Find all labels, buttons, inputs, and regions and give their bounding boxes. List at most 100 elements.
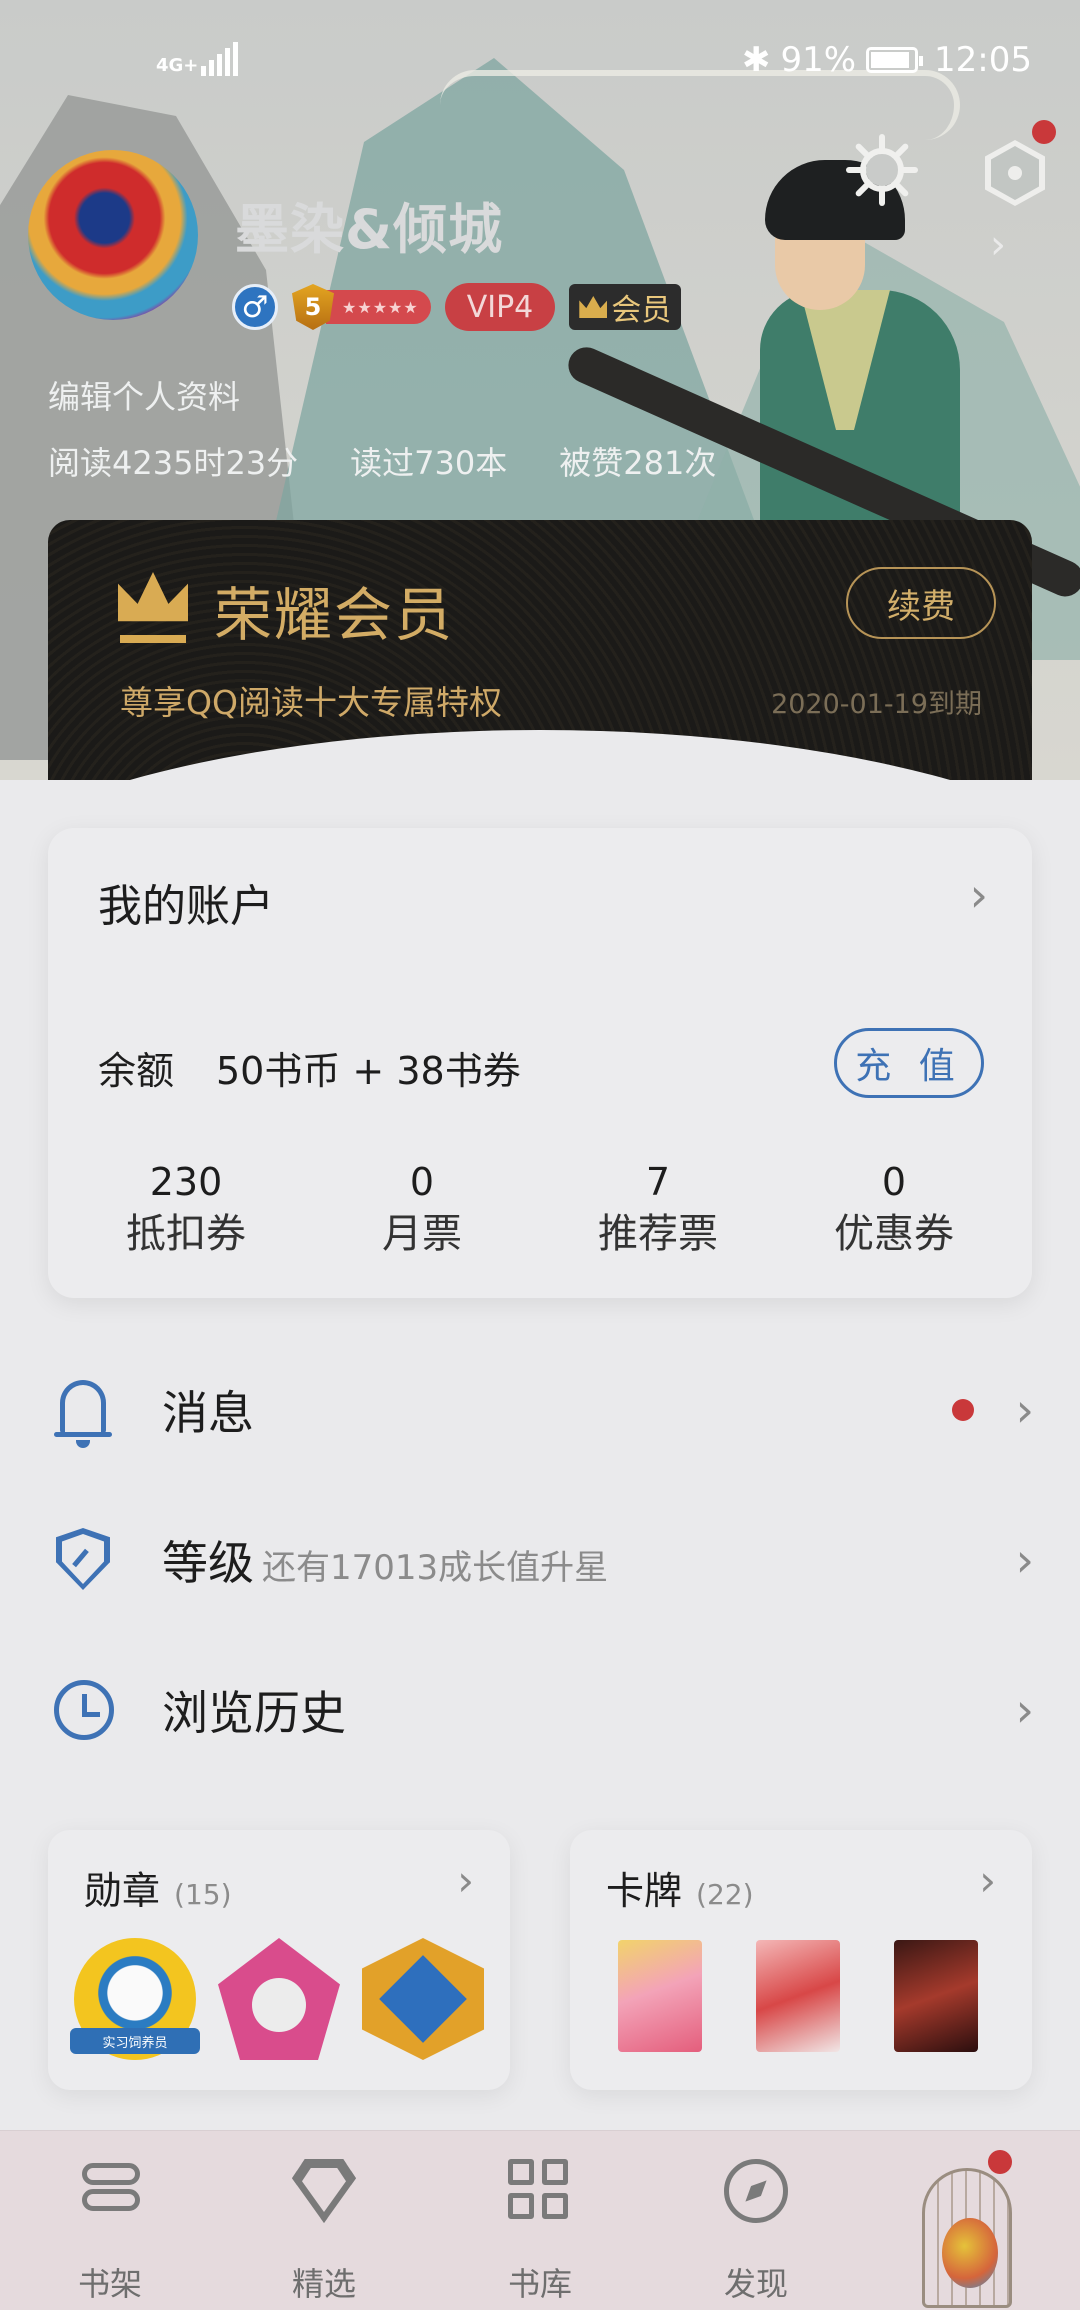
chevron-right-icon: › [1015,1533,1034,1587]
stat-label: 推荐票 [598,1211,718,1257]
chevron-right-icon: › [1015,1383,1034,1437]
medals-card[interactable]: 勋章 (15) › 实习饲养员 [48,1830,510,2090]
level-badge[interactable]: 5 ★★★★★ [292,284,431,330]
nav-label: 发现 [723,2265,788,2303]
stat-value: 0 [409,1160,435,1204]
crown-icon-base [120,635,186,643]
trading-card-thumbnail[interactable] [756,1940,840,2052]
stat-value: 230 [149,1160,223,1204]
reading-stats: 阅读4235时23分 读过730本 被赞281次 [48,438,716,484]
chevron-right-icon: › [457,1856,474,1905]
avatar[interactable] [28,150,198,320]
network-type: 4G+ [156,55,199,76]
nav-library[interactable]: 书库 [480,2131,600,2310]
medals-title: 勋章 (15) [84,1860,232,1915]
username[interactable]: 墨染&倾城 [235,185,503,264]
cards-title: 卡牌 (22) [606,1860,754,1915]
cards-label: 卡牌 [606,1869,683,1913]
trading-card-thumbnail[interactable] [894,1940,978,2052]
menu-item-messages[interactable]: 消息 › [0,1350,1080,1470]
nav-label: 书架 [77,2265,142,2303]
trading-cards-card[interactable]: 卡牌 (22) › [570,1830,1032,2090]
member-badge[interactable]: 会员 [569,284,682,330]
medals-count: (15) [174,1878,232,1911]
stat-deduction-coupons[interactable]: 230 抵扣券 [68,1158,304,1262]
cards-count: (22) [696,1878,754,1911]
crown-icon [118,572,188,622]
chevron-right-icon: › [979,1856,996,1905]
stat-value: 0 [881,1160,907,1204]
bell-icon-clapper [76,1440,90,1448]
level-stars: ★★★★★ [326,290,431,324]
badge-row: ♂ 5 ★★★★★ VIP4 会员 [232,280,682,334]
shield-icon-inner [62,1534,104,1584]
renew-button[interactable]: 续费 [846,567,996,639]
compass-icon [724,2159,788,2223]
signal-icon: 4G+ [156,42,239,76]
level-progress-text: 还有17013成长值升星 [262,1548,609,1588]
recharge-button[interactable]: 充 值 [834,1028,984,1098]
chevron-right-icon[interactable]: › [990,222,1006,268]
stat-monthly-tickets[interactable]: 0 月票 [304,1158,540,1262]
vip-expire-date: 2020-01-19到期 [771,689,982,720]
medal-hexagon[interactable] [362,1938,484,2060]
diamond-icon [292,2159,356,2223]
clock-icon-hand [82,1694,87,1714]
medal-penguin[interactable]: 实习饲养员 [70,1938,200,2060]
vip-subtitle: 尊享QQ阅读十大专属特权 [120,683,502,722]
stat-recommend-tickets[interactable]: 7 推荐票 [540,1158,776,1262]
likes-count: 被赞281次 [559,444,717,482]
clock-icon-hand [82,1712,100,1717]
bookshelf-icon [78,2159,142,2223]
menu-label: 浏览历史 [162,1686,346,1740]
battery-percent: 91% [780,40,857,80]
account-title[interactable]: 我的账户 [98,870,274,934]
battery-icon [866,47,924,73]
menu-item-history[interactable]: 浏览历史 › [0,1650,1080,1770]
account-stats: 230 抵扣券 0 月票 7 推荐票 0 优惠券 [68,1158,1012,1262]
vip-badge[interactable]: VIP4 [444,283,556,331]
nav-label: 精选 [291,2265,356,2303]
medal-ribbon-text: 实习饲养员 [70,2028,200,2054]
medals-label: 勋章 [84,1869,161,1913]
member-badge-label: 会员 [611,293,672,328]
stat-value: 7 [645,1160,671,1204]
nav-bookshelf[interactable]: 书架 [50,2131,170,2310]
level-label: 等级 [162,1536,254,1590]
notification-dot [1032,120,1056,144]
reading-time: 阅读4235时23分 [48,444,299,482]
stat-label: 优惠券 [834,1211,954,1257]
chevron-right-icon[interactable]: › [970,868,988,922]
stat-label: 抵扣券 [126,1211,246,1257]
books-read: 读过730本 [350,444,508,482]
nav-featured[interactable]: 精选 [264,2131,384,2310]
notification-dot [988,2150,1012,2174]
male-gender-icon: ♂ [232,284,278,330]
nav-discover[interactable]: 发现 [696,2131,816,2310]
vip-title: 荣耀会员 [214,581,455,649]
profile-header: 4G+ ✱ 91% 12:05 墨染&倾城 ♂ 5 ★★★★★ VIP4 会员 … [0,0,1080,780]
balance-value: 50书币 + 38书券 [216,1049,521,1093]
balance-label: 余额 [98,1049,175,1093]
trading-card-thumbnail[interactable] [618,1940,702,2052]
menu-label: 消息 [162,1386,254,1440]
settings-icon[interactable] [985,140,1045,206]
status-bar: 4G+ ✱ 91% 12:05 [0,0,1080,120]
account-card: 我的账户 › 余额 50书币 + 38书券 充 值 230 抵扣券 0 月票 7… [48,828,1032,1298]
edit-profile-link[interactable]: 编辑个人资料 [48,372,240,418]
bluetooth-icon: ✱ [741,40,771,80]
brightness-icon[interactable] [846,134,918,206]
stat-discount-coupons[interactable]: 0 优惠券 [776,1158,1012,1262]
grid-icon [508,2159,572,2223]
menu-item-level[interactable]: 等级 还有17013成长值升星 › [0,1500,1080,1620]
bell-icon-base [54,1432,112,1437]
chevron-right-icon: › [1015,1683,1034,1737]
medal-pentagon[interactable] [218,1938,340,2060]
menu-label: 等级 还有17013成长值升星 [162,1527,608,1593]
bell-icon [60,1380,106,1434]
unread-dot [952,1399,974,1421]
nav-label: 书库 [507,2265,572,2303]
clock-time: 12:05 [934,40,1032,80]
crown-icon [579,296,608,318]
stat-label: 月票 [382,1211,462,1257]
